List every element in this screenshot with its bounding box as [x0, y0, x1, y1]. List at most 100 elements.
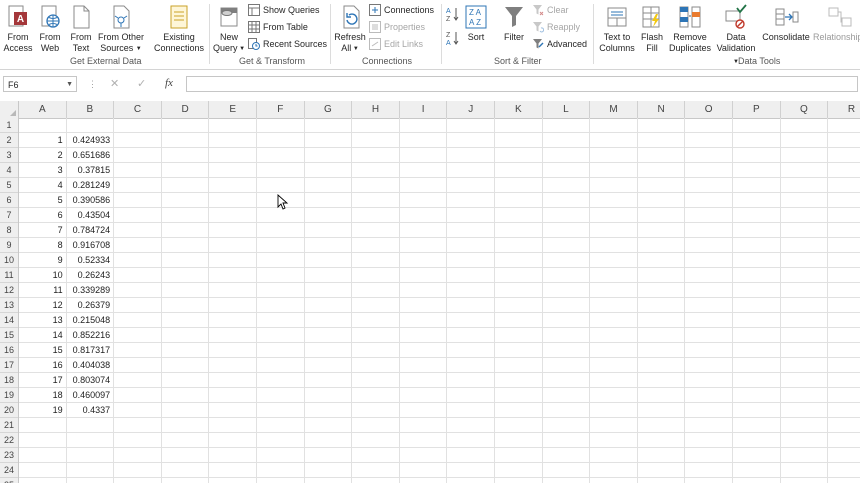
- cell-i17[interactable]: [400, 358, 448, 372]
- cell-m3[interactable]: [590, 148, 638, 162]
- cell-l1[interactable]: [543, 118, 591, 132]
- cell-e8[interactable]: [209, 223, 257, 237]
- cell-c23[interactable]: [114, 448, 162, 462]
- formula-input[interactable]: [186, 76, 858, 92]
- cell-i18[interactable]: [400, 373, 448, 387]
- sort-ascending-button[interactable]: AZ: [445, 6, 461, 22]
- cell-k5[interactable]: [495, 178, 543, 192]
- cell-k25[interactable]: [495, 478, 543, 483]
- cell-j8[interactable]: [447, 223, 495, 237]
- cell-e25[interactable]: [209, 478, 257, 483]
- cell-g7[interactable]: [305, 208, 353, 222]
- row-header[interactable]: 23: [0, 448, 18, 463]
- cell-a8[interactable]: 7: [19, 223, 67, 237]
- worksheet-grid[interactable]: ABCDEFGHIJKLMNOPQR 1 2 3 4 5 6 7 8 9 10 11 12 13 14 15…: [0, 101, 860, 483]
- cell-e2[interactable]: [209, 133, 257, 147]
- cell-d5[interactable]: [162, 178, 210, 192]
- cell-i12[interactable]: [400, 283, 448, 297]
- cell-q18[interactable]: [781, 373, 829, 387]
- cell-q21[interactable]: [781, 418, 829, 432]
- cell-j10[interactable]: [447, 253, 495, 267]
- cell-h2[interactable]: [352, 133, 400, 147]
- cell-h3[interactable]: [352, 148, 400, 162]
- row-header[interactable]: 22: [0, 433, 18, 448]
- enter-check-icon[interactable]: ✓: [137, 77, 146, 90]
- cell-o15[interactable]: [685, 328, 733, 342]
- cell-c19[interactable]: [114, 388, 162, 402]
- cell-l16[interactable]: [543, 343, 591, 357]
- cell-b10[interactable]: 0.52334: [67, 253, 115, 267]
- cell-h8[interactable]: [352, 223, 400, 237]
- cell-h7[interactable]: [352, 208, 400, 222]
- cell-p10[interactable]: [733, 253, 781, 267]
- cell-i22[interactable]: [400, 433, 448, 447]
- name-box-dropdown-icon[interactable]: ▼: [66, 77, 73, 93]
- cell-p4[interactable]: [733, 163, 781, 177]
- cell-m17[interactable]: [590, 358, 638, 372]
- cell-p3[interactable]: [733, 148, 781, 162]
- cell-p16[interactable]: [733, 343, 781, 357]
- cell-n6[interactable]: [638, 193, 686, 207]
- cell-r18[interactable]: [828, 373, 860, 387]
- cell-r21[interactable]: [828, 418, 860, 432]
- column-header-d[interactable]: D: [162, 101, 210, 118]
- cell-l9[interactable]: [543, 238, 591, 252]
- cell-a25[interactable]: [19, 478, 67, 483]
- cell-p5[interactable]: [733, 178, 781, 192]
- cell-a14[interactable]: 13: [19, 313, 67, 327]
- cell-e13[interactable]: [209, 298, 257, 312]
- cell-q20[interactable]: [781, 403, 829, 417]
- cell-m5[interactable]: [590, 178, 638, 192]
- cell-a13[interactable]: 12: [19, 298, 67, 312]
- cell-f10[interactable]: [257, 253, 305, 267]
- cell-i11[interactable]: [400, 268, 448, 282]
- recent-sources-button[interactable]: Recent Sources: [248, 36, 327, 51]
- cell-a19[interactable]: 18: [19, 388, 67, 402]
- row-header[interactable]: 17: [0, 358, 18, 373]
- cell-f23[interactable]: [257, 448, 305, 462]
- cell-o16[interactable]: [685, 343, 733, 357]
- cell-c3[interactable]: [114, 148, 162, 162]
- cell-e12[interactable]: [209, 283, 257, 297]
- cell-d15[interactable]: [162, 328, 210, 342]
- cell-e22[interactable]: [209, 433, 257, 447]
- cell-b12[interactable]: 0.339289: [67, 283, 115, 297]
- cell-f21[interactable]: [257, 418, 305, 432]
- cell-b1[interactable]: [67, 118, 115, 132]
- cell-b6[interactable]: 0.390586: [67, 193, 115, 207]
- cell-k14[interactable]: [495, 313, 543, 327]
- cell-p7[interactable]: [733, 208, 781, 222]
- cell-g25[interactable]: [305, 478, 353, 483]
- cell-f18[interactable]: [257, 373, 305, 387]
- cell-f25[interactable]: [257, 478, 305, 483]
- cell-d11[interactable]: [162, 268, 210, 282]
- cell-a23[interactable]: [19, 448, 67, 462]
- filter-button[interactable]: Filter: [500, 2, 528, 43]
- cell-k13[interactable]: [495, 298, 543, 312]
- cell-r13[interactable]: [828, 298, 860, 312]
- row-header[interactable]: 8: [0, 223, 18, 238]
- cell-j5[interactable]: [447, 178, 495, 192]
- cell-d20[interactable]: [162, 403, 210, 417]
- cell-o19[interactable]: [685, 388, 733, 402]
- cell-l23[interactable]: [543, 448, 591, 462]
- cell-g17[interactable]: [305, 358, 353, 372]
- cell-p13[interactable]: [733, 298, 781, 312]
- cell-g3[interactable]: [305, 148, 353, 162]
- cell-o8[interactable]: [685, 223, 733, 237]
- cell-k11[interactable]: [495, 268, 543, 282]
- cell-p18[interactable]: [733, 373, 781, 387]
- cell-g16[interactable]: [305, 343, 353, 357]
- cell-h24[interactable]: [352, 463, 400, 477]
- cell-r15[interactable]: [828, 328, 860, 342]
- cell-h20[interactable]: [352, 403, 400, 417]
- cell-d6[interactable]: [162, 193, 210, 207]
- row-header[interactable]: 19: [0, 388, 18, 403]
- cell-q22[interactable]: [781, 433, 829, 447]
- advanced-filter-button[interactable]: Advanced: [532, 36, 587, 51]
- cell-g5[interactable]: [305, 178, 353, 192]
- cell-f17[interactable]: [257, 358, 305, 372]
- cell-j12[interactable]: [447, 283, 495, 297]
- cell-i10[interactable]: [400, 253, 448, 267]
- cell-k22[interactable]: [495, 433, 543, 447]
